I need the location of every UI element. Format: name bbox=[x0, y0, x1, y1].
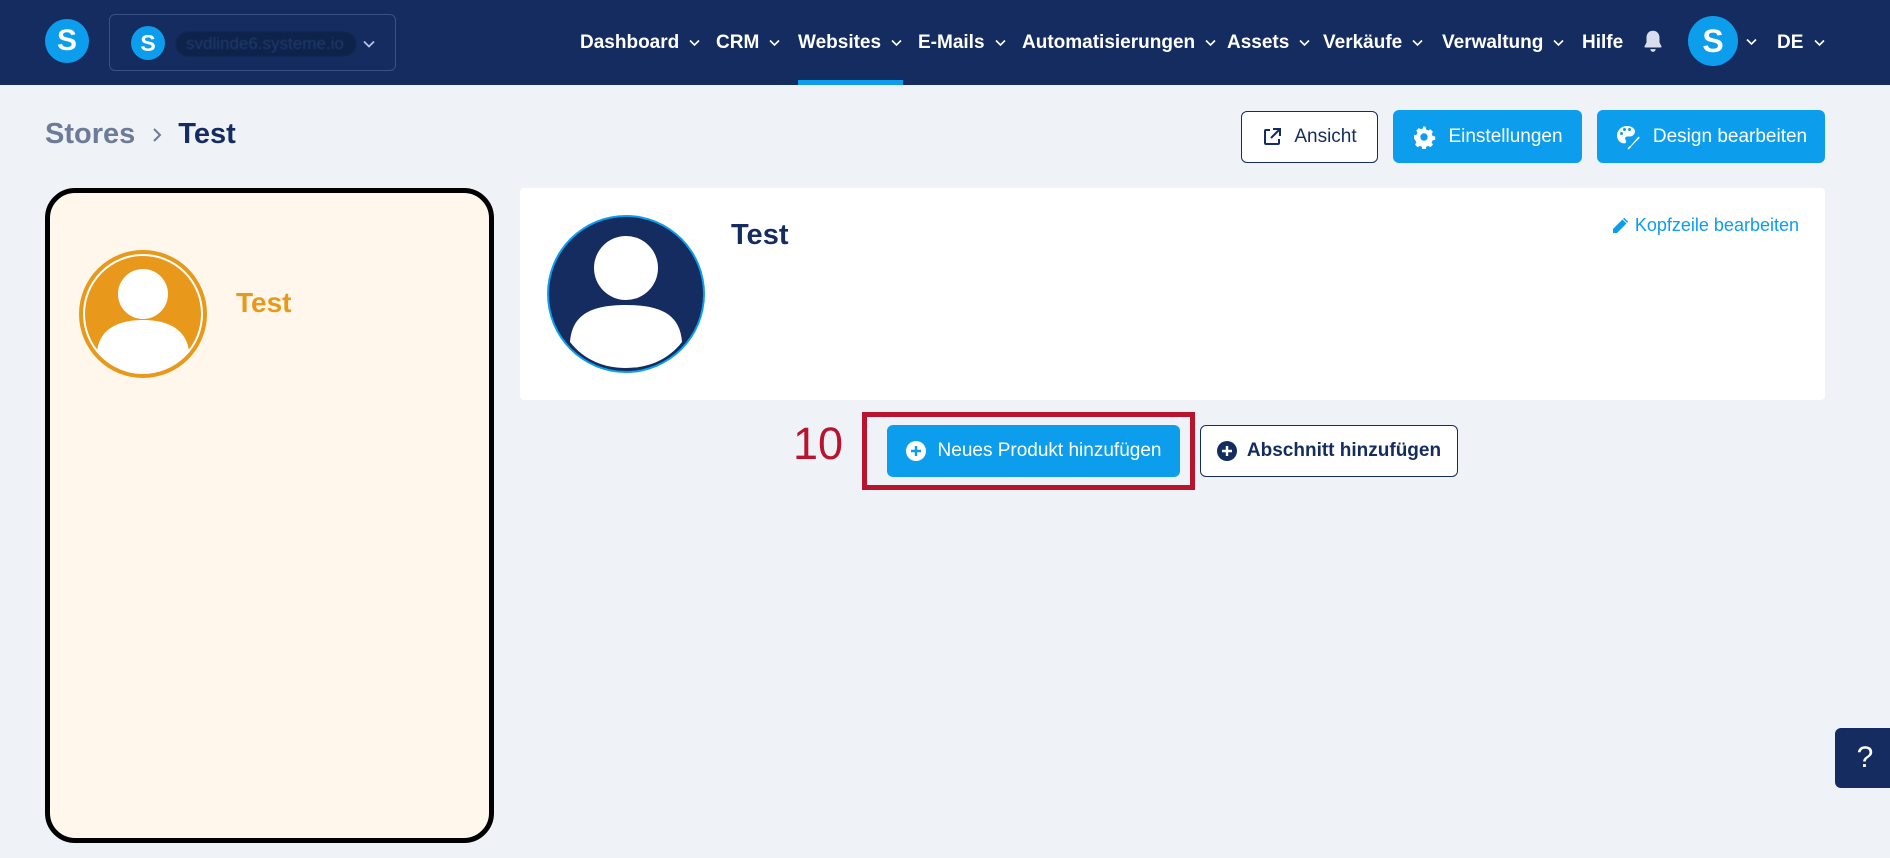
nav-administration[interactable]: Verwaltung bbox=[1442, 0, 1565, 85]
store-header-card: Test Kopfzeile bearbeiten bbox=[520, 188, 1825, 400]
breadcrumb-current: Test bbox=[178, 118, 236, 150]
store-preview-card: Test bbox=[45, 188, 494, 843]
plus-circle-icon bbox=[905, 441, 926, 461]
view-button[interactable]: Ansicht bbox=[1241, 111, 1378, 163]
site-logo: S bbox=[131, 26, 165, 60]
preview-store-name: Test bbox=[236, 287, 292, 318]
help-button[interactable]: ? bbox=[1835, 728, 1890, 788]
chevron-down-icon bbox=[1814, 39, 1825, 47]
chevron-down-icon[interactable] bbox=[1745, 35, 1758, 48]
add-section-button[interactable]: Abschnitt hinzufügen bbox=[1200, 425, 1458, 477]
nav-label: E-Mails bbox=[918, 31, 985, 53]
nav-label: Automatisierungen bbox=[1022, 31, 1196, 53]
edit-header-label: Kopfzeile bearbeiten bbox=[1634, 215, 1799, 235]
chevron-down-icon bbox=[689, 39, 700, 47]
preview-avatar-icon bbox=[79, 250, 207, 378]
nav-label: CRM bbox=[716, 31, 760, 53]
language-selector[interactable]: DE bbox=[1777, 0, 1826, 85]
nav-crm[interactable]: CRM bbox=[716, 0, 781, 85]
breadcrumb-stores-link[interactable]: Stores bbox=[45, 118, 135, 151]
palette-icon bbox=[1616, 125, 1640, 149]
nav-label: Websites bbox=[798, 31, 882, 53]
plus-circle-icon bbox=[1216, 441, 1237, 461]
add-product-button-label: Neues Produkt hinzufügen bbox=[937, 440, 1162, 461]
nav-help[interactable]: Hilfe bbox=[1582, 0, 1623, 85]
edit-header-link[interactable]: Kopfzeile bearbeiten bbox=[1610, 215, 1799, 236]
gear-icon bbox=[1414, 125, 1436, 149]
nav-label: Verkäufe bbox=[1323, 31, 1403, 53]
site-domain: svdlinde6.systeme.io bbox=[176, 32, 356, 56]
chevron-down-icon bbox=[769, 39, 780, 47]
store-avatar-icon[interactable] bbox=[546, 214, 706, 374]
nav-automations[interactable]: Automatisierungen bbox=[1022, 0, 1217, 85]
bell-icon[interactable] bbox=[1640, 28, 1666, 54]
pencil-icon bbox=[1612, 217, 1629, 233]
store-title: Test bbox=[731, 219, 789, 251]
chevron-down-icon bbox=[363, 40, 375, 48]
nav-sales[interactable]: Verkäufe bbox=[1323, 0, 1424, 85]
add-product-button[interactable]: Neues Produkt hinzufügen bbox=[887, 425, 1180, 477]
top-navigation-bar: S S svdlinde6.systeme.io Dashboard CRM W… bbox=[0, 0, 1890, 85]
nav-assets[interactable]: Assets bbox=[1227, 0, 1311, 85]
nav-label: Assets bbox=[1227, 31, 1290, 53]
nav-websites[interactable]: Websites bbox=[798, 0, 904, 85]
nav-label: Hilfe bbox=[1582, 31, 1624, 53]
user-avatar[interactable]: S bbox=[1688, 16, 1738, 66]
add-section-button-label: Abschnitt hinzufügen bbox=[1246, 440, 1442, 461]
chevron-down-icon bbox=[1299, 39, 1310, 47]
edit-design-button-label: Design bearbeiten bbox=[1652, 125, 1808, 147]
view-button-label: Ansicht bbox=[1294, 126, 1357, 147]
step-number-annotation: 10 bbox=[793, 418, 844, 469]
help-icon: ? bbox=[1856, 741, 1874, 774]
chevron-down-icon bbox=[994, 39, 1006, 47]
nav-label: Dashboard bbox=[580, 31, 680, 53]
settings-button[interactable]: Einstellungen bbox=[1393, 110, 1582, 163]
chevron-down-icon bbox=[1205, 39, 1216, 47]
edit-design-button[interactable]: Design bearbeiten bbox=[1597, 110, 1825, 163]
language-label: DE bbox=[1777, 31, 1804, 53]
chevron-down-icon bbox=[1412, 39, 1423, 47]
external-link-icon bbox=[1264, 128, 1282, 145]
nav-emails[interactable]: E-Mails bbox=[918, 0, 1007, 85]
chevron-down-icon bbox=[1553, 39, 1564, 47]
breadcrumb: Stores Test bbox=[45, 118, 236, 151]
site-switcher[interactable]: S svdlinde6.systeme.io bbox=[109, 14, 396, 71]
systeme-logo[interactable]: S bbox=[45, 19, 89, 63]
settings-button-label: Einstellungen bbox=[1448, 125, 1563, 147]
nav-label: Verwaltung bbox=[1442, 31, 1544, 53]
nav-dashboard[interactable]: Dashboard bbox=[580, 0, 701, 85]
chevron-right-icon bbox=[153, 127, 162, 142]
chevron-down-icon bbox=[891, 39, 902, 47]
